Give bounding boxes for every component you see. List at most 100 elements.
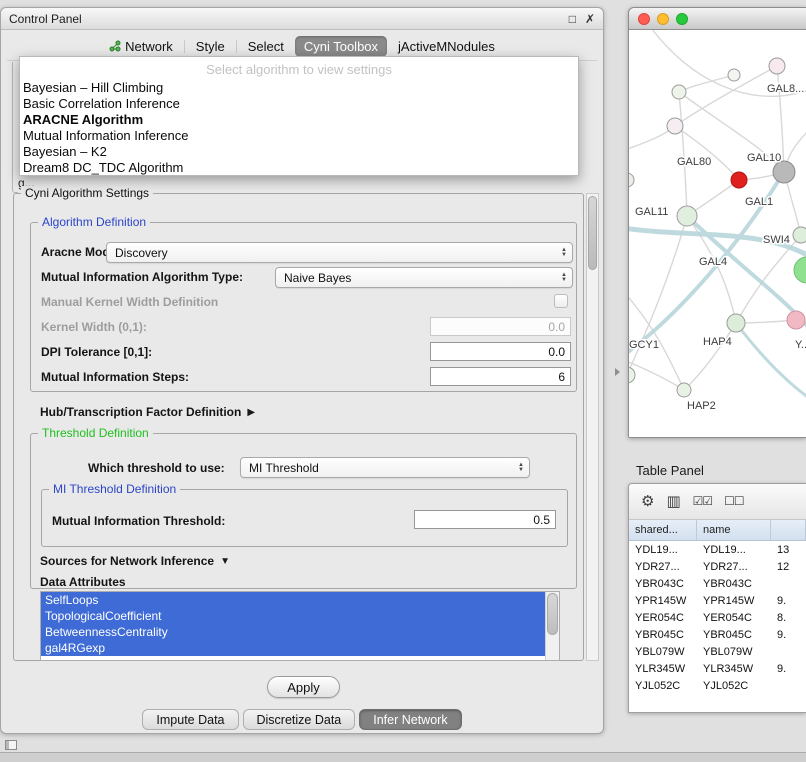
cyni-bottom-tabbar: Impute Data Discretize Data Infer Networ… [1,709,603,730]
sources-expander[interactable]: Sources for Network Inference ▼ [40,554,230,568]
scrollbar-thumb[interactable] [547,593,558,635]
column-header-name[interactable]: name [697,520,771,540]
tab-network[interactable]: Network [100,36,182,57]
mi-threshold-definition-group: MI Threshold Definition Mutual Informati… [41,489,568,547]
minimized-panel-icon[interactable] [5,740,17,750]
node-label: GAL11 [635,206,668,218]
gear-icon[interactable]: ⚙ [641,494,654,509]
table-row[interactable]: YDL19... YDL19... 13 [629,541,806,558]
hub-definition-expander[interactable]: Hub/Transcription Factor Definition ▶ [40,405,255,419]
apply-button[interactable]: Apply [267,676,340,698]
table-panel-toolbar: ⚙ ▥ ☑☑ ☐☐ [629,484,806,520]
node[interactable] [629,367,635,383]
which-threshold-label: Which threshold to use: [88,461,225,475]
close-button[interactable] [638,13,650,25]
network-canvas[interactable]: GAL8... GAL80 GAL10 GAL11 GAL1 SWI4 GAL4… [629,30,806,437]
node-label: HAP4 [703,336,732,348]
mi-algorithm-type-label: Mutual Information Algorithm Type: [41,270,243,284]
node-bright-green[interactable] [794,257,806,283]
stepper-arrows-icon [561,273,572,282]
tab-cyni-toolbox[interactable]: Cyni Toolbox [295,36,387,57]
kernel-width-field[interactable]: 0.0 [430,317,571,336]
mi-threshold-field[interactable]: 0.5 [414,510,556,529]
algorithm-option[interactable]: Mutual Information Inference [20,128,578,144]
column-header[interactable] [771,520,806,540]
mi-algorithm-type-select[interactable]: Naive Bayes [275,267,573,288]
select-all-icon[interactable]: ☑☑ [693,494,713,509]
close-window-icon[interactable]: ✗ [585,13,595,25]
node-selected-red[interactable] [731,172,747,188]
float-window-icon[interactable]: □ [569,13,576,25]
list-item[interactable]: SelfLoops [41,592,550,608]
dpi-tolerance-label: DPI Tolerance [0,1]: [41,345,152,359]
table-row[interactable]: YDR27... YDR27... 12 [629,558,806,575]
node-label: HAP2 [687,400,716,412]
which-threshold-select[interactable]: MI Threshold [240,457,530,478]
group-title: Threshold Definition [38,426,153,440]
list-item[interactable]: gal4RGexp [41,640,550,656]
node[interactable] [629,173,634,187]
panel-splitter-arrow[interactable] [615,368,620,376]
zoom-button[interactable] [676,13,688,25]
node-label: GAL4 [699,256,727,268]
mi-steps-field[interactable]: 6 [430,367,571,386]
table-row[interactable]: YBL079W YBL079W [629,643,806,660]
obscured-group-border [12,62,18,193]
node[interactable] [728,69,740,81]
tab-discretize-data[interactable]: Discretize Data [243,709,356,730]
node-label: GAL80 [677,156,711,168]
tab-separator [184,40,185,53]
tab-jactivemnodules[interactable]: jActiveMNodules [389,36,504,57]
manual-kernel-width-checkbox[interactable] [554,294,568,308]
node[interactable] [677,206,697,226]
node-pink[interactable] [787,311,805,329]
control-panel-titlebar: Control Panel □ ✗ [1,8,603,30]
group-title: Algorithm Definition [38,215,150,229]
tab-select[interactable]: Select [239,36,293,57]
data-attributes-title: Data Attributes [40,575,126,589]
node-label: GAL1 [745,196,773,208]
column-header-shared-name[interactable]: shared... [629,520,697,540]
table-body: YDL19... YDL19... 13 YDR27... YDR27... 1… [629,541,806,712]
table-header-row: shared... name [629,520,806,541]
table-row[interactable]: YPR145W YPR145W 9. [629,592,806,609]
algorithm-option[interactable]: Basic Correlation Inference [20,96,578,112]
node[interactable] [672,85,686,99]
list-scrollbar[interactable] [545,592,559,660]
list-item[interactable]: BetweennessCentrality [41,624,550,640]
stepper-arrows-icon [561,248,572,257]
tab-impute-data[interactable]: Impute Data [142,709,238,730]
node[interactable] [793,227,806,243]
table-row[interactable]: YBR043C YBR043C [629,575,806,592]
tab-style[interactable]: Style [187,36,234,57]
algorithm-option[interactable]: Dream8 DC_TDC Algorithm [20,160,578,176]
node[interactable] [667,118,683,134]
list-item[interactable]: TopologicalCoefficient [41,608,550,624]
node-gal10[interactable] [773,161,795,183]
control-panel-window: Control Panel □ ✗ Network Style Select C… [0,7,604,734]
expander-expanded-icon: ▼ [220,556,230,567]
table-row[interactable]: YER054C YER054C 8. [629,609,806,626]
node[interactable] [677,383,691,397]
algorithm-option[interactable]: Bayesian – Hill Climbing [20,80,578,96]
minimize-button[interactable] [657,13,669,25]
dpi-tolerance-field[interactable]: 0.0 [430,342,571,361]
scrollbar-thumb[interactable] [588,196,597,270]
columns-icon[interactable]: ▥ [666,494,680,509]
algorithm-option-selected[interactable]: ARACNE Algorithm [20,112,578,128]
node-label: SWI4 [763,234,790,246]
node[interactable] [727,314,745,332]
algorithm-option[interactable]: Bayesian – K2 [20,144,578,160]
deselect-all-icon[interactable]: ☐☐ [724,494,744,509]
node-label: GAL8... [767,83,804,95]
aracne-mode-select[interactable]: Discovery [106,242,573,263]
tab-separator [236,40,237,53]
table-row[interactable]: YJL052C YJL052C [629,677,806,694]
window-title: Control Panel [9,12,82,26]
settings-scrollbar[interactable] [586,193,599,661]
node[interactable] [769,58,785,74]
tab-infer-network[interactable]: Infer Network [359,709,461,730]
table-row[interactable]: YLR345W YLR345W 9. [629,660,806,677]
node-label: GCY1 [629,339,659,351]
table-row[interactable]: YBR045C YBR045C 9. [629,626,806,643]
